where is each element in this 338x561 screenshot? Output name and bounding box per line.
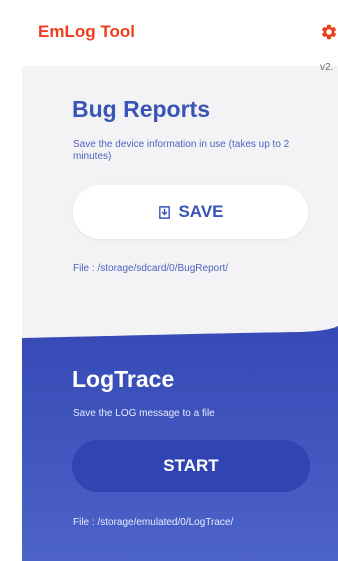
logtrace-title: LogTrace (72, 366, 175, 392)
logtrace-description: Save the LOG message to a file (73, 408, 215, 419)
start-button[interactable]: START (72, 440, 310, 492)
start-button-label: START (163, 456, 219, 475)
logtrace-file-path: File : /storage/emulated/0/LogTrace/ (73, 517, 234, 528)
app-screen: EmLog Tool v2. Bug Reports Save the devi… (22, 0, 338, 561)
